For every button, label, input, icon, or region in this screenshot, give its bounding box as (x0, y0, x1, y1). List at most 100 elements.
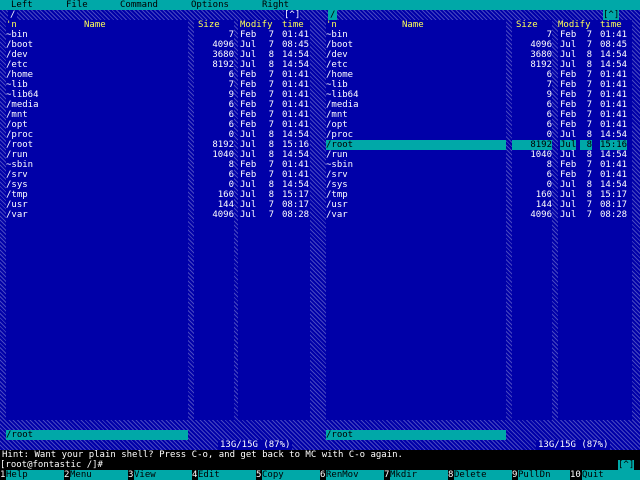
left-header-modify[interactable]: Modify (240, 20, 273, 30)
right-header-sort[interactable]: 'n (326, 20, 337, 30)
file-name: /root (326, 140, 354, 150)
file-month: Feb (560, 110, 577, 120)
right-header-modify[interactable]: Modify (558, 20, 591, 30)
file-day: 7 (586, 170, 592, 180)
file-time: 08:17 (600, 200, 628, 210)
file-time: 01:41 (600, 80, 628, 90)
file-month: Feb (560, 100, 577, 110)
left-panel-toggle[interactable]: [^] (284, 10, 301, 20)
file-month: Jul (240, 210, 257, 220)
fkey-copy-button[interactable]: Copy (262, 470, 320, 480)
file-day: 7 (268, 120, 274, 130)
menu-command[interactable]: Command (120, 0, 158, 10)
left-current-entry: /root (6, 430, 188, 440)
menu-bar: Left File Command Options Right (0, 0, 640, 10)
right-disk-usage: 13G/15G (87%) (536, 440, 611, 450)
fkey-view-button[interactable]: View (134, 470, 192, 480)
fkey-help-button[interactable]: Help (6, 470, 64, 480)
file-month: Feb (560, 120, 577, 130)
file-month: Feb (240, 70, 257, 80)
file-month: Feb (240, 100, 257, 110)
file-day: 7 (586, 210, 592, 220)
file-month: Feb (240, 170, 257, 180)
file-time: 01:41 (600, 100, 628, 110)
file-size: 4096 (530, 40, 552, 50)
file-name: /opt (326, 120, 348, 130)
file-name: /home (326, 70, 354, 80)
file-name: /etc (6, 60, 28, 70)
file-name: /dev (6, 50, 28, 60)
fkey-renmov-button[interactable]: RenMov (326, 470, 384, 480)
file-month: Jul (560, 60, 577, 70)
file-name: /sys (326, 180, 348, 190)
left-header-sort[interactable]: 'n (6, 20, 17, 30)
file-size: 6 (228, 120, 234, 130)
menu-right[interactable]: Right (262, 0, 289, 10)
right-header-size[interactable]: Size (516, 20, 538, 30)
file-name: /sys (6, 180, 28, 190)
fkey-delete-button[interactable]: Delete (454, 470, 512, 480)
fkey-number: 6 (320, 470, 326, 480)
file-size: 0 (546, 180, 552, 190)
file-size: 144 (535, 200, 552, 210)
file-day: 7 (586, 120, 592, 130)
file-time: 01:41 (600, 120, 628, 130)
file-size: 4096 (212, 210, 234, 220)
file-name: /boot (6, 40, 34, 50)
menu-left[interactable]: Left (11, 0, 33, 10)
file-time: 01:41 (600, 30, 628, 40)
fkey-number: 10 (570, 470, 581, 480)
file-name: ~sbin (326, 160, 354, 170)
file-month: Feb (240, 30, 257, 40)
file-size: 3680 (212, 50, 234, 60)
right-header-name[interactable]: Name (402, 20, 424, 30)
file-day: 7 (268, 30, 274, 40)
file-size: 6 (228, 100, 234, 110)
file-day: 8 (268, 180, 274, 190)
file-month: Jul (560, 140, 577, 150)
file-day: 7 (268, 200, 274, 210)
file-day: 7 (268, 100, 274, 110)
fkey-number: 5 (256, 470, 262, 480)
fkey-pulldn-button[interactable]: PullDn (518, 470, 570, 480)
left-panel-path[interactable]: / (8, 10, 18, 20)
left-header-name[interactable]: Name (84, 20, 106, 30)
fkey-mkdir-button[interactable]: Mkdir (390, 470, 448, 480)
left-header-size[interactable]: Size (198, 20, 220, 30)
right-panel-toggle[interactable]: [^] (603, 10, 620, 20)
menu-file[interactable]: File (66, 0, 88, 10)
command-prompt[interactable]: [root@fontastic /]# (0, 460, 640, 470)
file-month: Jul (560, 150, 577, 160)
file-month: Jul (240, 40, 257, 50)
fkey-edit-button[interactable]: Edit (198, 470, 256, 480)
file-time: 01:41 (282, 70, 310, 80)
file-time: 01:41 (282, 30, 310, 40)
fkey-number: 8 (448, 470, 454, 480)
file-name: /srv (326, 170, 348, 180)
right-current-entry: /root (326, 430, 506, 440)
file-size: 1040 (530, 150, 552, 160)
file-size: 9 (546, 90, 552, 100)
fkey-number: 7 (384, 470, 390, 480)
file-time: 15:17 (282, 190, 310, 200)
file-day: 7 (268, 110, 274, 120)
file-size: 7 (228, 30, 234, 40)
fkey-quit-button[interactable]: Quit (582, 470, 640, 480)
file-size: 7 (228, 80, 234, 90)
file-month: Jul (240, 180, 257, 190)
fkey-menu-button[interactable]: Menu (70, 470, 128, 480)
file-name: ~sbin (6, 160, 34, 170)
file-day: 8 (586, 190, 592, 200)
right-header-time[interactable]: time (600, 20, 622, 30)
file-time: 01:41 (282, 100, 310, 110)
left-header-time[interactable]: time (282, 20, 304, 30)
menu-options[interactable]: Options (191, 0, 229, 10)
file-time: 15:17 (600, 190, 628, 200)
right-panel-path[interactable]: / (328, 10, 338, 20)
file-time: 01:41 (600, 70, 628, 80)
file-time: 01:41 (600, 170, 628, 180)
file-size: 6 (228, 110, 234, 120)
prompt-toggle[interactable]: [^] (618, 460, 635, 470)
file-name: /mnt (326, 110, 348, 120)
file-name: /run (326, 150, 348, 160)
